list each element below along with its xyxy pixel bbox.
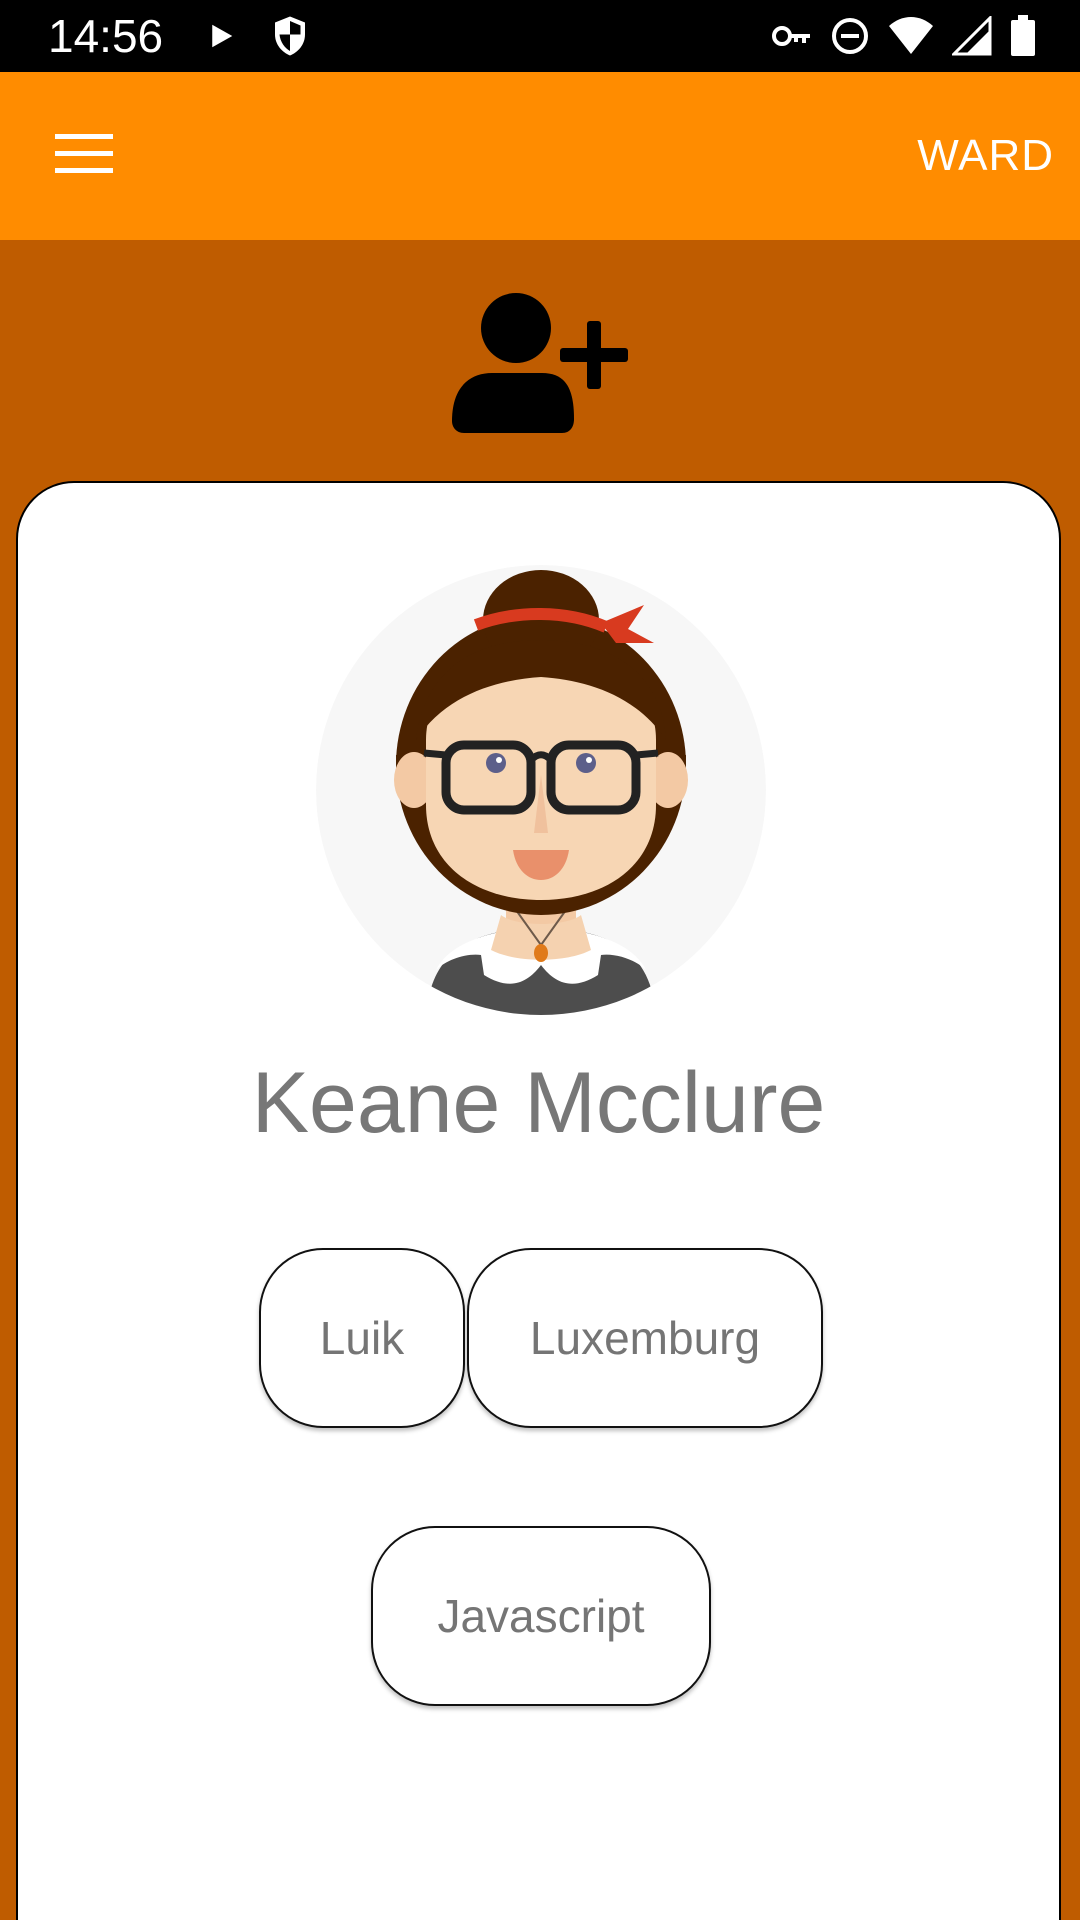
add-user-button[interactable] bbox=[448, 290, 632, 440]
chip-city[interactable]: Luik bbox=[259, 1248, 465, 1428]
play-icon bbox=[206, 21, 236, 51]
cellular-signal-icon bbox=[952, 16, 992, 56]
battery-icon bbox=[1010, 15, 1036, 57]
profile-name: Keane Mcclure bbox=[251, 1055, 826, 1151]
hamburger-menu-icon bbox=[55, 133, 113, 179]
chip-skill[interactable]: Javascript bbox=[371, 1526, 711, 1706]
shield-icon bbox=[272, 15, 308, 57]
woman-avatar-illustration bbox=[316, 565, 766, 1015]
avatar bbox=[316, 565, 766, 1015]
chip-label: Luik bbox=[319, 1312, 405, 1364]
ward-button[interactable]: WARD bbox=[917, 124, 1054, 188]
status-time: 14:56 bbox=[48, 10, 164, 62]
vpn-key-icon bbox=[772, 21, 812, 51]
do-not-disturb-icon bbox=[830, 16, 870, 56]
chip-label: Javascript bbox=[437, 1590, 645, 1642]
app-bar: WARD bbox=[0, 72, 1080, 240]
status-left-icons bbox=[206, 14, 308, 58]
wifi-icon bbox=[888, 16, 934, 56]
menu-button[interactable] bbox=[40, 116, 128, 196]
status-bar: 14:56 bbox=[0, 0, 1080, 72]
chip-label: Luxemburg bbox=[529, 1312, 761, 1364]
add-user-icon bbox=[452, 292, 628, 438]
profile-card: Keane Mcclure Luik Luxemburg Javascript bbox=[16, 481, 1061, 1920]
status-right-icons bbox=[772, 14, 1036, 58]
chip-country[interactable]: Luxemburg bbox=[467, 1248, 823, 1428]
